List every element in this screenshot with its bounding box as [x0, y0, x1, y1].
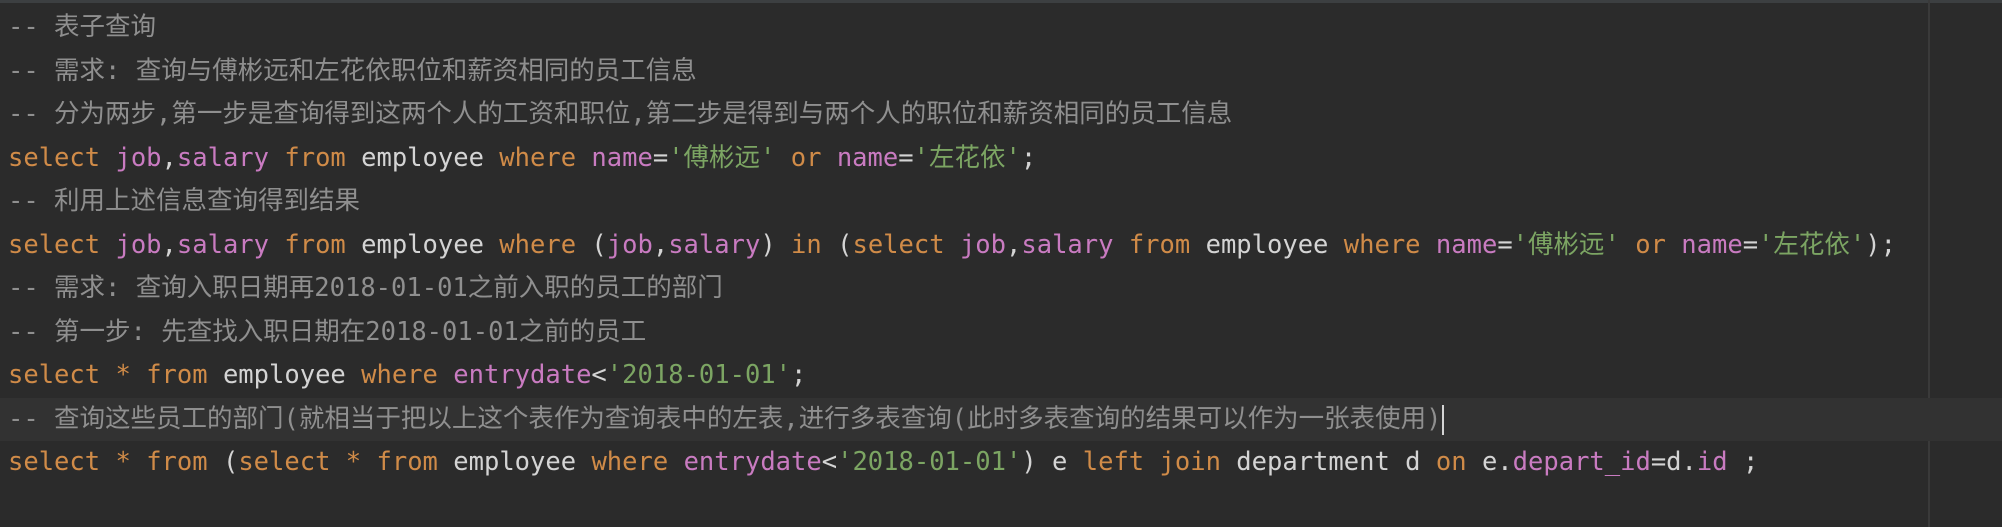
code-token: '2018-01-01' [606, 360, 792, 390]
code-token: '2018-01-01' [837, 447, 1022, 477]
code-token: , [652, 229, 669, 260]
code-token: on [1435, 447, 1482, 477]
code-token: salary [668, 229, 761, 260]
code-token: '左花依' [913, 142, 1021, 173]
code-token: or [790, 142, 837, 173]
code-token: '傅彬远' [668, 142, 791, 173]
code-token: from [1128, 229, 1206, 260]
code-token: employee [1205, 229, 1344, 260]
code-token: select [852, 229, 960, 260]
code-token: from [376, 447, 454, 477]
code-token: -- 查询这些员工的部门(就相当于把以上这个表作为查询表中的左表,进行多表查询(… [8, 403, 1442, 434]
code-line-7[interactable]: -- 需求: 查询入职日期再2018-01-01之前入职的员工的部门 [8, 267, 2002, 311]
code-token: ; [1742, 447, 1759, 477]
code-token: id [1696, 447, 1743, 477]
code-line-10[interactable]: -- 查询这些员工的部门(就相当于把以上这个表作为查询表中的左表,进行多表查询(… [0, 397, 2002, 441]
code-token: where [1343, 229, 1436, 260]
code-line-8[interactable]: -- 第一步: 先查找入职日期在2018-01-01之前的员工 [8, 311, 2002, 355]
code-token: where [361, 360, 454, 390]
code-token: * [115, 360, 147, 390]
code-token: where [499, 229, 592, 260]
code-token: in [791, 229, 838, 260]
code-token: name [836, 142, 899, 173]
code-token: select [8, 229, 116, 260]
code-token: = [1742, 229, 1759, 260]
code-token: salary [1021, 229, 1129, 260]
code-token: employee [222, 360, 362, 390]
code-editor[interactable]: -- 表子查询 -- 需求: 查询与傅彬远和左花依职位和薪资相同的员工信息 -- 分… [0, 0, 2002, 527]
code-token: * [345, 447, 377, 477]
code-token: depart_id [1512, 447, 1651, 477]
code-token: -- 表子查询 [8, 12, 157, 42]
code-token: job [606, 229, 653, 260]
code-token: from [146, 360, 223, 390]
text-caret [1442, 404, 1445, 435]
code-token: from [146, 447, 223, 477]
code-token: ( [222, 447, 239, 477]
code-token: e. [1481, 447, 1513, 477]
code-token: < [821, 447, 838, 477]
code-token: =d. [1650, 447, 1697, 477]
code-token: -- 需求: 查询入职日期再2018-01-01之前入职的员工的部门 [8, 273, 723, 303]
code-token: employee [453, 447, 592, 477]
code-token: -- 分为两步,第一步是查询得到这两个人的工资和职位,第二步是得到与两个人的职位… [8, 99, 1233, 129]
code-token: job [959, 229, 1006, 260]
code-token: select [238, 447, 346, 477]
code-token: left join [1082, 447, 1237, 477]
code-line-5[interactable]: -- 利用上述信息查询得到结果 [8, 180, 2002, 224]
code-token: '左花依' [1758, 229, 1866, 260]
code-token: salary [176, 229, 285, 260]
code-token: * [115, 447, 147, 477]
code-token: , [161, 142, 177, 173]
code-token: salary [176, 142, 285, 173]
code-token: -- 第一步: 先查找入职日期在2018-01-01之前的员工 [8, 316, 647, 347]
code-token: = [898, 142, 914, 173]
code-token: select [8, 447, 116, 477]
code-token: ; [1020, 142, 1037, 173]
code-token: ( [837, 229, 853, 260]
code-line-9[interactable]: select * from employee where entrydate<'… [8, 354, 2002, 398]
code-line-3[interactable]: -- 分为两步,第一步是查询得到这两个人的工资和职位,第二步是得到与两个人的职位… [8, 93, 2002, 137]
code-token: entrydate [683, 447, 822, 477]
code-token: name [1681, 229, 1743, 260]
code-token: job [115, 229, 162, 260]
code-token: = [1497, 229, 1513, 260]
code-token: select [8, 142, 116, 173]
code-token: or [1635, 229, 1682, 260]
code-token: entrydate [453, 360, 592, 390]
code-line-11[interactable]: select * from (select * from employee wh… [8, 441, 2002, 485]
code-token: -- 需求: 查询与傅彬远和左花依职位和薪资相同的员工信息 [8, 55, 697, 86]
code-token: ) [760, 229, 792, 260]
code-line-6[interactable]: select job,salary from employee where (j… [8, 224, 2002, 268]
code-line-4[interactable]: select job,salary from employee where na… [8, 137, 2002, 181]
code-token: where [591, 447, 684, 477]
code-token: ); [1865, 229, 1897, 260]
code-token: employee [361, 229, 500, 260]
code-token: from [284, 229, 362, 260]
code-area[interactable]: -- 表子查询 -- 需求: 查询与傅彬远和左花依职位和薪资相同的员工信息 -- 分… [0, 6, 2002, 485]
code-token: = [652, 142, 669, 173]
code-token: ; [791, 360, 807, 390]
code-token: '傅彬远' [1512, 229, 1636, 260]
code-token: name [591, 142, 653, 173]
code-token: name [1435, 229, 1498, 260]
code-token: , [1006, 229, 1022, 260]
code-token: , [161, 229, 177, 260]
code-token: department d [1236, 447, 1436, 477]
code-token: -- 利用上述信息查询得到结果 [8, 186, 361, 216]
editor-top-border [0, 0, 2002, 3]
code-token: where [499, 142, 592, 173]
code-token: < [591, 360, 607, 390]
code-token: from [284, 142, 362, 173]
code-line-1[interactable]: -- 表子查询 [8, 6, 2002, 50]
code-token: job [115, 142, 162, 173]
code-line-2[interactable]: -- 需求: 查询与傅彬远和左花依职位和薪资相同的员工信息 [8, 50, 2002, 94]
code-token: ) e [1021, 447, 1083, 477]
code-token: employee [361, 142, 500, 173]
code-token: select [8, 360, 116, 390]
code-token: ( [591, 229, 607, 260]
